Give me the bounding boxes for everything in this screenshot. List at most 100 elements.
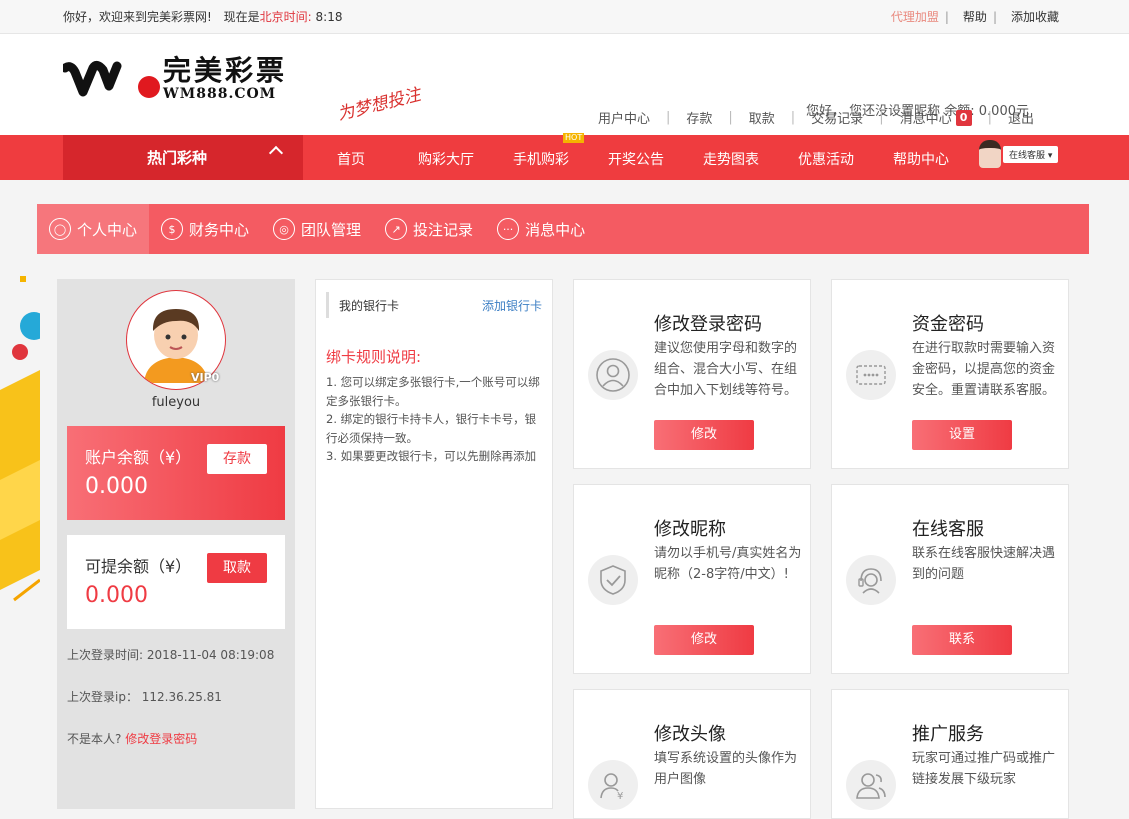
card-desc: 在进行取款时需要输入资金密码，以提高您的资金安全。重置请联系客服。 bbox=[912, 341, 1056, 398]
nav-results[interactable]: 开奖公告 bbox=[608, 149, 664, 169]
bank-card-header: 我的银行卡 添加银行卡 bbox=[326, 292, 552, 318]
deposit-button[interactable]: 存款 bbox=[207, 444, 267, 474]
last-login-time-label: 上次登录时间: bbox=[67, 648, 144, 662]
rules-list: 1. 您可以绑定多张银行卡,一个账号可以绑定多张银行卡。 2. 绑定的银行卡持卡… bbox=[326, 373, 542, 466]
nav-trends[interactable]: 走势图表 bbox=[703, 149, 759, 169]
last-login-ip-label: 上次登录ip： bbox=[67, 690, 138, 704]
user-nav: 用户中心 | 存款 | 取款 | 交易记录 | 消息中心 0 | 退出 bbox=[597, 108, 1034, 127]
main-nav: 热门彩种 首页 购彩大厅 手机购彩 HOT 开奖公告 走势图表 优惠活动 帮助中… bbox=[0, 133, 1129, 180]
last-login-ip: 上次登录ip： 112.36.25.81 bbox=[67, 688, 222, 705]
card-desc: 填写系统设置的头像作为用户图像 bbox=[654, 751, 798, 787]
user-tabs: ◯ 个人中心 $ 财务中心 ◎ 团队管理 ↗ 投注记录 ··· 消息中心 bbox=[37, 204, 1089, 254]
top-bar: 你好，欢迎来到完美彩票网! 现在是北京时间: 8:18 代理加盟 | 帮助 | 添加收藏 bbox=[0, 0, 1129, 34]
transactions-link[interactable]: 交易记录 bbox=[811, 108, 863, 127]
rule-item: 3. 如果要更改银行卡，可以先删除再添加 bbox=[326, 449, 537, 463]
card-promotion-service: 推广服务 玩家可通过推广码或推广链接发展下级玩家 bbox=[831, 689, 1069, 819]
balance-value: 0.000 bbox=[85, 474, 148, 499]
online-service-button[interactable]: 在线客服 ▾ bbox=[979, 140, 1059, 168]
logo[interactable]: 完美彩票 WM888.COM bbox=[60, 54, 288, 104]
withdrawable-value: 0.000 bbox=[85, 583, 148, 608]
rules-title: 绑卡规则说明: bbox=[326, 348, 422, 366]
hot-tag: HOT bbox=[563, 133, 585, 143]
headset-icon bbox=[846, 555, 896, 605]
messages-link[interactable]: 消息中心 bbox=[900, 108, 952, 127]
agent-link[interactable]: 代理加盟 bbox=[891, 10, 939, 24]
favorite-link[interactable]: 添加收藏 bbox=[1011, 10, 1059, 24]
welcome-text: 你好，欢迎来到完美彩票网! bbox=[63, 10, 212, 24]
change-nickname-button[interactable]: 修改 bbox=[654, 625, 754, 655]
not-me-text: 不是本人? bbox=[67, 732, 122, 746]
card-title: 推广服务 bbox=[912, 724, 984, 745]
account-panel: VIP0 fuleyou 账户余额（¥） 0.000 存款 可提余额（¥） 0.… bbox=[57, 279, 295, 809]
message-count-badge: 0 bbox=[955, 109, 972, 126]
change-password-button[interactable]: 修改 bbox=[654, 420, 754, 450]
balance-card: 账户余额（¥） 0.000 存款 bbox=[67, 426, 285, 520]
slogan: 为梦想投注 bbox=[335, 84, 423, 125]
nav-home[interactable]: 首页 bbox=[337, 149, 365, 169]
nav-lottery-hall[interactable]: 购彩大厅 bbox=[418, 149, 474, 169]
last-login-time-value: 2018-11-04 08:19:08 bbox=[146, 648, 275, 662]
rule-item: 1. 您可以绑定多张银行卡,一个账号可以绑定多张银行卡。 bbox=[326, 375, 540, 408]
tab-finance-center[interactable]: $ 财务中心 bbox=[149, 204, 261, 254]
vip-level: VIP0 bbox=[191, 371, 220, 384]
nav-help[interactable]: 帮助中心 bbox=[893, 149, 949, 169]
logo-en: WM888.COM bbox=[163, 86, 277, 102]
withdraw-link[interactable]: 取款 bbox=[749, 108, 775, 127]
tab-personal-center[interactable]: ◯ 个人中心 bbox=[37, 204, 150, 254]
top-links: 代理加盟 | 帮助 | 添加收藏 bbox=[883, 8, 1059, 25]
help-link[interactable]: 帮助 bbox=[963, 10, 987, 24]
user-center-link[interactable]: 用户中心 bbox=[598, 108, 650, 127]
change-password-link[interactable]: 修改登录密码 bbox=[125, 732, 197, 746]
nav-promotions[interactable]: 优惠活动 bbox=[798, 149, 854, 169]
logo-cn: 完美彩票 bbox=[163, 54, 288, 87]
nav-mobile[interactable]: 手机购彩 bbox=[513, 149, 569, 169]
card-online-service: 在线客服 联系在线客服快速解决遇到的问题 联系 bbox=[831, 484, 1069, 674]
bank-card-title: 我的银行卡 bbox=[339, 298, 400, 313]
decorative-shapes-icon bbox=[0, 276, 40, 602]
tab-team-management[interactable]: ◎ 团队管理 bbox=[261, 204, 373, 254]
not-me-notice: 不是本人? 修改登录密码 bbox=[67, 730, 197, 747]
user-icon: ◯ bbox=[49, 218, 71, 240]
contact-service-button[interactable]: 联系 bbox=[912, 625, 1012, 655]
tab-label: 财务中心 bbox=[189, 220, 250, 239]
shield-icon bbox=[588, 555, 638, 605]
hot-category-label: 热门彩种 bbox=[147, 149, 208, 167]
password-icon bbox=[846, 350, 896, 400]
time-label: 北京时间: bbox=[259, 10, 312, 24]
card-title: 修改昵称 bbox=[654, 519, 726, 540]
tab-bet-records[interactable]: ↗ 投注记录 bbox=[373, 204, 485, 254]
svg-text:¥: ¥ bbox=[617, 791, 623, 800]
card-desc: 请勿以手机号/真实姓名为昵称（2-8字符/中文）! bbox=[654, 546, 802, 582]
tab-message-center[interactable]: ··· 消息中心 bbox=[485, 204, 597, 254]
set-fund-password-button[interactable]: 设置 bbox=[912, 420, 1012, 450]
dollar-icon: $ bbox=[161, 218, 184, 240]
withdraw-button[interactable]: 取款 bbox=[207, 553, 267, 583]
tab-label: 团队管理 bbox=[301, 220, 362, 239]
last-login-time: 上次登录时间: 2018-11-04 08:19:08 bbox=[67, 646, 274, 663]
card-title: 资金密码 bbox=[912, 314, 984, 335]
bank-card-panel: 我的银行卡 添加银行卡 绑卡规则说明: 1. 您可以绑定多张银行卡,一个账号可以… bbox=[315, 279, 553, 809]
tab-label: 投注记录 bbox=[413, 220, 474, 239]
card-desc: 建议您使用字母和数字的组合、混合大小写、在组合中加入下划线等符号。 bbox=[654, 341, 798, 398]
logout-link[interactable]: 退出 bbox=[1008, 108, 1034, 127]
withdrawable-card: 可提余额（¥） 0.000 取款 bbox=[67, 535, 285, 629]
card-change-avatar: 修改头像 填写系统设置的头像作为用户图像 ¥ bbox=[573, 689, 811, 819]
users-icon bbox=[846, 760, 896, 810]
logo-mark-icon bbox=[60, 54, 161, 104]
divider: | bbox=[992, 10, 997, 24]
card-fund-password: 资金密码 在进行取款时需要输入资金密码，以提高您的资金安全。重置请联系客服。 设… bbox=[831, 279, 1069, 469]
card-desc: 联系在线客服快速解决遇到的问题 bbox=[912, 546, 1056, 582]
card-change-nickname: 修改昵称 请勿以手机号/真实姓名为昵称（2-8字符/中文）! 修改 bbox=[573, 484, 811, 674]
now-prefix: 现在是 bbox=[223, 10, 260, 24]
avatar-icon: ¥ bbox=[588, 760, 638, 810]
team-icon: ◎ bbox=[273, 218, 296, 240]
card-title: 在线客服 bbox=[912, 519, 984, 540]
tab-label: 消息中心 bbox=[525, 220, 586, 239]
deposit-link[interactable]: 存款 bbox=[686, 108, 712, 127]
add-bank-card-link[interactable]: 添加银行卡 bbox=[482, 297, 542, 314]
hot-category-dropdown[interactable]: 热门彩种 bbox=[63, 135, 303, 180]
username: fuleyou bbox=[151, 395, 201, 410]
service-label: 在线客服 bbox=[1009, 150, 1046, 161]
chevron-up-icon bbox=[268, 145, 284, 161]
card-desc: 玩家可通过推广码或推广链接发展下级玩家 bbox=[912, 751, 1056, 787]
